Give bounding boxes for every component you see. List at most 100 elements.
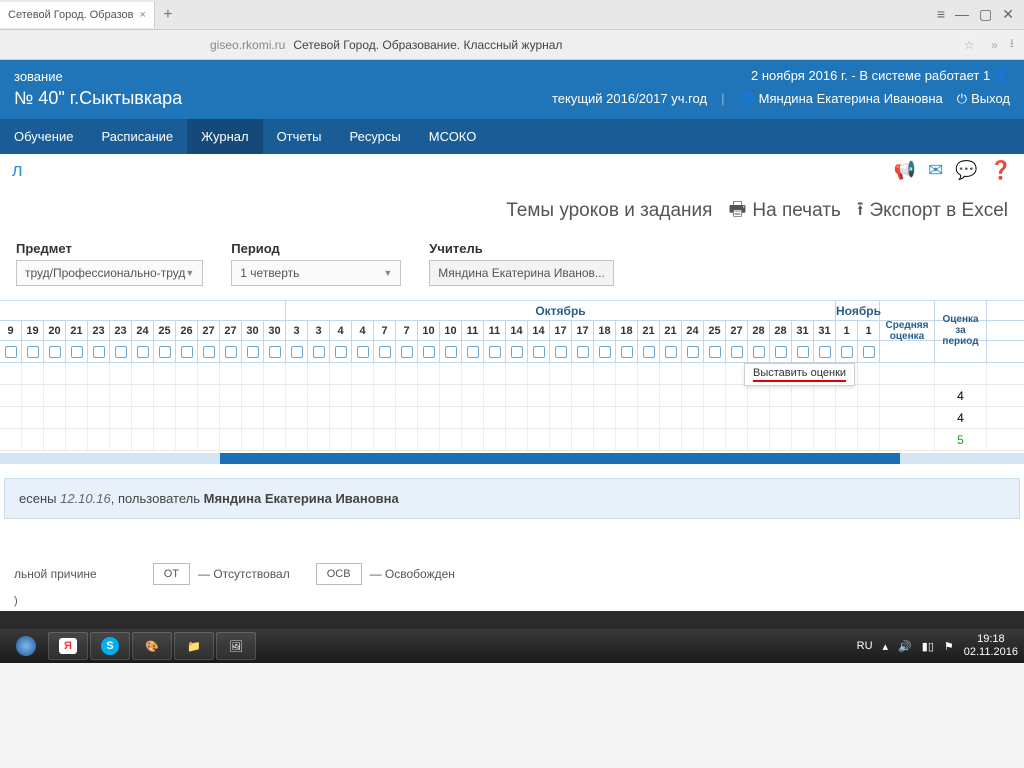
day-head-4[interactable]: 23 <box>88 321 110 340</box>
grade-cell[interactable] <box>374 385 396 406</box>
day-head-20[interactable]: 10 <box>440 321 462 340</box>
grade-cell[interactable] <box>220 385 242 406</box>
grade-cell[interactable] <box>704 385 726 406</box>
day-check-30[interactable] <box>660 341 682 362</box>
bookmark-icon[interactable]: ☆ <box>959 35 979 55</box>
grade-cell[interactable] <box>660 363 682 384</box>
day-check-5[interactable] <box>110 341 132 362</box>
grade-cell[interactable] <box>154 363 176 384</box>
grade-cell[interactable] <box>594 363 616 384</box>
day-check-28[interactable] <box>616 341 638 362</box>
grade-cell[interactable] <box>594 429 616 450</box>
grade-cell[interactable] <box>440 363 462 384</box>
day-head-7[interactable]: 25 <box>154 321 176 340</box>
day-check-17[interactable] <box>374 341 396 362</box>
day-check-24[interactable] <box>528 341 550 362</box>
grade-cell[interactable] <box>704 429 726 450</box>
close-window-icon[interactable]: ✕ <box>1002 6 1014 23</box>
day-head-28[interactable]: 18 <box>616 321 638 340</box>
grade-cell[interactable] <box>330 429 352 450</box>
mail-icon[interactable]: ✉ <box>928 160 943 181</box>
day-check-11[interactable] <box>242 341 264 362</box>
grade-cell[interactable] <box>440 385 462 406</box>
grade-cell[interactable] <box>396 407 418 428</box>
grade-cell[interactable] <box>594 407 616 428</box>
day-head-13[interactable]: 3 <box>286 321 308 340</box>
grade-cell[interactable] <box>66 407 88 428</box>
day-head-9[interactable]: 27 <box>198 321 220 340</box>
grade-cell[interactable] <box>396 429 418 450</box>
grade-cell[interactable] <box>484 407 506 428</box>
day-head-24[interactable]: 14 <box>528 321 550 340</box>
day-head-39[interactable]: 1 <box>858 321 880 340</box>
clock[interactable]: 19:18 02.11.2016 <box>964 633 1018 659</box>
grade-cell[interactable] <box>748 429 770 450</box>
grade-cell[interactable] <box>726 385 748 406</box>
grade-cell[interactable] <box>572 429 594 450</box>
nav-item-3[interactable]: Отчеты <box>263 119 336 154</box>
day-head-36[interactable]: 31 <box>792 321 814 340</box>
day-head-6[interactable]: 24 <box>132 321 154 340</box>
grade-cell[interactable] <box>374 407 396 428</box>
grade-cell[interactable] <box>22 429 44 450</box>
grade-cell[interactable] <box>462 407 484 428</box>
grade-cell[interactable] <box>264 363 286 384</box>
day-head-22[interactable]: 11 <box>484 321 506 340</box>
day-check-9[interactable] <box>198 341 220 362</box>
grade-cell[interactable] <box>704 363 726 384</box>
grade-cell[interactable] <box>814 385 836 406</box>
grade-cell[interactable] <box>374 429 396 450</box>
grade-cell[interactable] <box>572 385 594 406</box>
grade-cell[interactable] <box>44 407 66 428</box>
day-head-26[interactable]: 17 <box>572 321 594 340</box>
day-head-8[interactable]: 26 <box>176 321 198 340</box>
taskbar-app-paint[interactable]: 🎨 <box>132 632 172 660</box>
grade-cell[interactable] <box>726 429 748 450</box>
grade-cell[interactable] <box>264 385 286 406</box>
grade-cell[interactable] <box>110 407 132 428</box>
day-check-3[interactable] <box>66 341 88 362</box>
grade-cell[interactable] <box>770 385 792 406</box>
grade-cell[interactable] <box>220 363 242 384</box>
grade-cell[interactable] <box>638 407 660 428</box>
grade-cell[interactable] <box>572 407 594 428</box>
day-check-34[interactable] <box>748 341 770 362</box>
grade-cell[interactable] <box>308 363 330 384</box>
grade-cell[interactable] <box>836 385 858 406</box>
grade-cell[interactable] <box>66 429 88 450</box>
announce-icon[interactable]: 📢 <box>894 160 916 181</box>
taskbar-app-yandex[interactable]: Я <box>48 632 88 660</box>
grade-cell[interactable] <box>814 429 836 450</box>
day-head-35[interactable]: 28 <box>770 321 792 340</box>
chat-icon[interactable]: 💬 <box>955 160 977 181</box>
grade-cell[interactable] <box>506 385 528 406</box>
grade-cell[interactable] <box>132 407 154 428</box>
grade-cell[interactable] <box>770 407 792 428</box>
day-head-0[interactable]: 9 <box>0 321 22 340</box>
day-check-36[interactable] <box>792 341 814 362</box>
day-check-21[interactable] <box>462 341 484 362</box>
browser-tab[interactable]: Сетевой Город. Образов × <box>0 2 155 28</box>
grade-cell[interactable] <box>682 385 704 406</box>
grade-cell[interactable] <box>286 385 308 406</box>
grade-cell[interactable] <box>110 429 132 450</box>
grade-cell[interactable] <box>352 429 374 450</box>
grade-cell[interactable] <box>418 363 440 384</box>
minimize-icon[interactable]: — <box>955 6 969 23</box>
grade-cell[interactable] <box>132 363 154 384</box>
maximize-icon[interactable]: ▢ <box>979 6 992 23</box>
grade-cell[interactable] <box>242 429 264 450</box>
grade-cell[interactable] <box>44 429 66 450</box>
grade-cell[interactable] <box>264 407 286 428</box>
grade-cell[interactable] <box>330 385 352 406</box>
grade-cell[interactable] <box>616 385 638 406</box>
grade-cell[interactable] <box>792 407 814 428</box>
grade-cell[interactable] <box>550 385 572 406</box>
grade-cell[interactable] <box>176 407 198 428</box>
grade-cell[interactable] <box>198 407 220 428</box>
grade-cell[interactable] <box>638 363 660 384</box>
subject-select[interactable]: труд/Профессионально-труд▼ <box>16 260 203 286</box>
day-head-29[interactable]: 21 <box>638 321 660 340</box>
grade-cell[interactable] <box>550 363 572 384</box>
day-head-31[interactable]: 24 <box>682 321 704 340</box>
